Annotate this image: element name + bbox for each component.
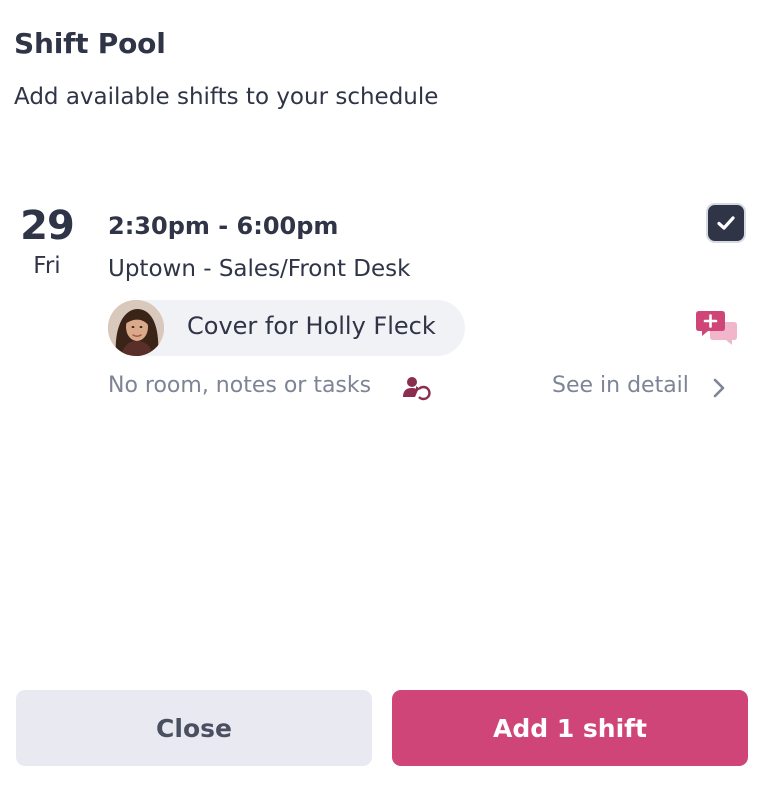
users-refresh-icon [403, 375, 431, 401]
add-shift-button[interactable]: Add 1 shift [392, 690, 748, 766]
shift-date-number: 29 [20, 203, 75, 249]
shift-select-checkbox[interactable] [708, 205, 744, 241]
shift-notes-status: No room, notes or tasks [108, 373, 372, 398]
shift-time-range: 2:30pm - 6:00pm [108, 212, 339, 240]
avatar-image [108, 300, 164, 356]
page-title: Shift Pool [14, 27, 166, 60]
cover-for-label: Cover for Holly Fleck [187, 312, 436, 340]
shift-location: Uptown - Sales/Front Desk [108, 256, 411, 282]
avatar [108, 300, 164, 356]
checkmark-icon [717, 216, 735, 230]
shift-pool-dialog: Shift Pool Add available shifts to your … [0, 0, 766, 786]
shift-date-weekday: Fri [33, 253, 61, 279]
close-button[interactable]: Close [16, 690, 372, 766]
see-in-detail-link[interactable]: See in detail [552, 373, 689, 398]
page-subtitle: Add available shifts to your schedule [14, 84, 439, 110]
chat-bubbles-icon[interactable] [696, 310, 738, 346]
chevron-right-icon[interactable] [710, 377, 728, 399]
